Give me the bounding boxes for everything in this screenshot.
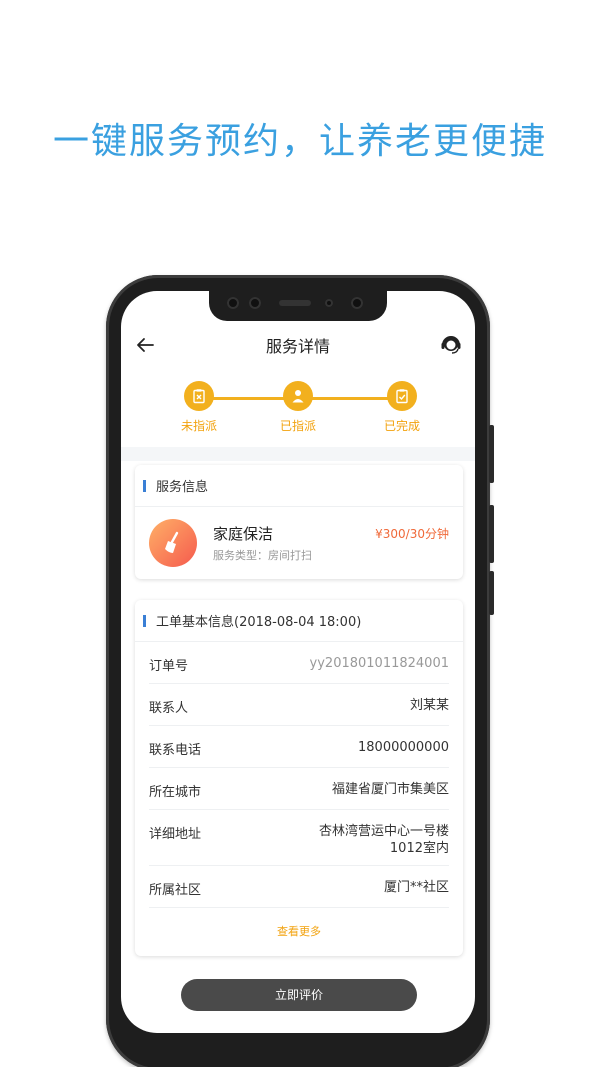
rate-now-button[interactable]: 立即评价 (181, 979, 417, 1011)
section-marker (143, 479, 146, 492)
address-line-2: 1012室内 (389, 841, 449, 856)
row-value: yy201801011824001 (309, 656, 449, 671)
section-marker (143, 614, 146, 627)
page-title: 服务详情 (265, 337, 330, 356)
notch (209, 291, 387, 321)
customer-service-icon[interactable] (439, 332, 463, 356)
card-title: 服务信息 (156, 480, 209, 495)
section-divider (121, 447, 475, 461)
speaker (279, 300, 311, 306)
volume-button (489, 505, 494, 563)
city-row: 所在城市 福建省厦门市集美区 (149, 768, 449, 810)
row-value: 18000000000 (358, 740, 449, 755)
front-camera (351, 297, 363, 309)
power-button (489, 571, 494, 615)
row-key: 所属社区 (149, 883, 202, 898)
step-label: 已完成 (383, 419, 420, 433)
phone-frame: 服务详情 未指派 已指派 已完成 服务信息 家庭保洁 服务类型：房间打扫 ¥30… (106, 275, 494, 1067)
row-key: 联系人 (149, 701, 189, 716)
row-value: 刘某某 (409, 698, 449, 713)
broom-icon (149, 519, 197, 567)
service-info-card: 服务信息 家庭保洁 服务类型：房间打扫 ¥300/30分钟 (135, 465, 463, 579)
contact-row: 联系人 刘某某 (149, 684, 449, 726)
card-header: 服务信息 (135, 465, 463, 507)
person-icon (292, 390, 304, 403)
step-unassigned: 未指派 (164, 381, 234, 434)
row-value: 福建省厦门市集美区 (331, 782, 449, 797)
clipboard-check-icon (396, 389, 408, 404)
address-line-1: 杏林湾营运中心一号楼 (318, 824, 449, 839)
step-label: 未指派 (180, 419, 217, 433)
row-key: 订单号 (149, 659, 189, 674)
phone-row: 联系电话 18000000000 (149, 726, 449, 768)
community-row: 所属社区 厦门**社区 (149, 866, 449, 908)
step-assigned: 已指派 (263, 381, 333, 434)
service-price: ¥300/30分钟 (375, 527, 449, 541)
app-screen: 服务详情 未指派 已指派 已完成 服务信息 家庭保洁 服务类型：房间打扫 ¥30… (121, 291, 475, 1033)
row-key: 联系电话 (149, 743, 202, 758)
view-more-link[interactable]: 查看更多 (135, 908, 463, 956)
address-row: 详细地址 杏林湾营运中心一号楼 1012室内 (149, 810, 449, 866)
order-number-row: 订单号 yy201801011824001 (149, 642, 449, 684)
sensor (325, 299, 333, 307)
row-key: 详细地址 (149, 827, 202, 842)
service-type: 服务类型：房间打扫 (213, 549, 312, 562)
promo-headline: 一键服务预约，让养老更便捷 (52, 121, 547, 162)
service-item[interactable]: 家庭保洁 服务类型：房间打扫 ¥300/30分钟 (135, 507, 463, 579)
row-key: 所在城市 (149, 785, 202, 800)
row-value: 杏林湾营运中心一号楼 1012室内 (319, 823, 449, 857)
front-camera (227, 297, 239, 309)
step-completed: 已完成 (367, 381, 437, 434)
card-title: 工单基本信息(2018-08-04 18:00) (156, 615, 362, 630)
volume-button (489, 425, 494, 483)
card-header: 工单基本信息(2018-08-04 18:00) (135, 600, 463, 642)
progress-steps: 未指派 已指派 已完成 (121, 381, 475, 451)
front-camera (249, 297, 261, 309)
row-value: 厦门**社区 (383, 880, 449, 895)
step-label: 已指派 (279, 419, 316, 433)
nav-header: 服务详情 (121, 327, 475, 367)
order-info-card: 工单基本信息(2018-08-04 18:00) 订单号 yy201801011… (135, 600, 463, 956)
service-name: 家庭保洁 (213, 525, 274, 543)
clipboard-x-icon (193, 389, 205, 404)
